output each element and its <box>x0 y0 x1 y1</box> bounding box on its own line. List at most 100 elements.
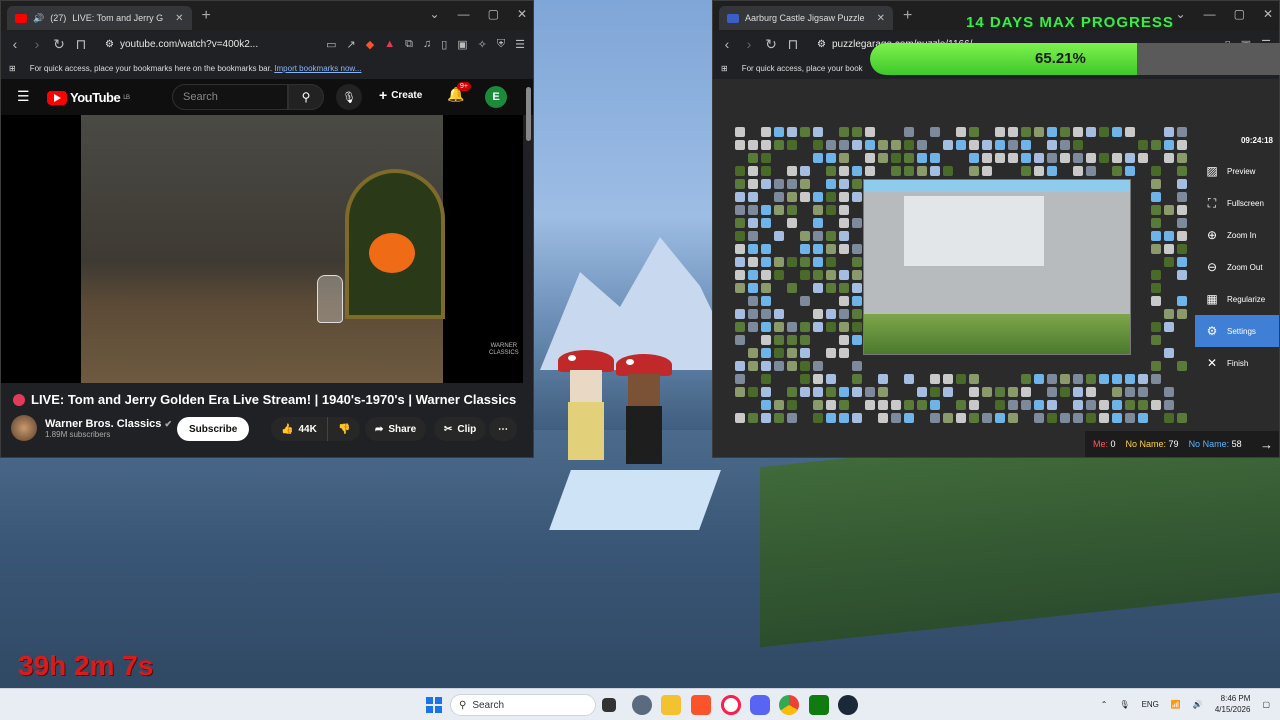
puzzle-piece[interactable] <box>852 413 862 423</box>
puzzle-piece[interactable] <box>891 413 901 423</box>
clip-button[interactable]: ✂ Clip <box>434 417 487 441</box>
puzzle-piece[interactable] <box>1164 400 1174 410</box>
puzzle-piece[interactable] <box>774 322 784 332</box>
puzzle-piece[interactable] <box>930 166 940 176</box>
puzzle-piece[interactable] <box>852 387 862 397</box>
puzzle-piece[interactable] <box>1164 413 1174 423</box>
back-icon[interactable]: ‹ <box>9 36 21 52</box>
puzzle-piece[interactable] <box>787 413 797 423</box>
puzzle-piece[interactable] <box>735 127 745 137</box>
close-window-button[interactable]: ✕ <box>517 7 527 21</box>
notification-center-icon[interactable]: ▢ <box>1262 700 1270 709</box>
puzzle-piece[interactable] <box>748 361 758 371</box>
puzzle-piece[interactable] <box>904 166 914 176</box>
puzzle-piece[interactable] <box>1112 166 1122 176</box>
puzzle-piece[interactable] <box>826 348 836 358</box>
puzzle-piece[interactable] <box>904 153 914 163</box>
puzzle-piece[interactable] <box>748 179 758 189</box>
new-tab-button[interactable]: + <box>202 7 211 25</box>
puzzle-piece[interactable] <box>995 413 1005 423</box>
puzzle-piece[interactable] <box>800 335 810 345</box>
puzzle-piece[interactable] <box>761 322 771 332</box>
puzzle-piece[interactable] <box>761 413 771 423</box>
puzzle-piece[interactable] <box>1125 127 1135 137</box>
puzzle-piece[interactable] <box>995 387 1005 397</box>
puzzle-piece[interactable] <box>1060 413 1070 423</box>
puzzle-piece[interactable] <box>1021 127 1031 137</box>
puzzle-piece[interactable] <box>878 387 888 397</box>
puzzle-piece[interactable] <box>1177 166 1187 176</box>
puzzle-piece[interactable] <box>1177 231 1187 241</box>
puzzle-piece[interactable] <box>917 387 927 397</box>
puzzle-piece[interactable] <box>813 309 823 319</box>
puzzle-piece[interactable] <box>930 413 940 423</box>
puzzle-piece[interactable] <box>904 374 914 384</box>
puzzle-piece[interactable] <box>839 192 849 202</box>
puzzle-piece[interactable] <box>735 179 745 189</box>
puzzle-piece[interactable] <box>787 283 797 293</box>
puzzle-piece[interactable] <box>1086 374 1096 384</box>
puzzle-piece[interactable] <box>943 387 953 397</box>
puzzle-piece[interactable] <box>1047 400 1057 410</box>
puzzle-piece[interactable] <box>761 296 771 306</box>
puzzle-piece[interactable] <box>956 127 966 137</box>
puzzle-piece[interactable] <box>813 270 823 280</box>
puzzle-piece[interactable] <box>800 374 810 384</box>
puzzle-piece[interactable] <box>839 166 849 176</box>
vpn-icon[interactable]: ⛨ <box>497 38 505 51</box>
puzzle-piece[interactable] <box>826 283 836 293</box>
puzzle-piece[interactable] <box>813 127 823 137</box>
puzzle-piece[interactable] <box>1021 387 1031 397</box>
reload-icon[interactable]: ↻ <box>765 36 777 53</box>
puzzle-piece[interactable] <box>774 179 784 189</box>
puzzle-piece[interactable] <box>1164 322 1174 332</box>
puzzle-piece[interactable] <box>839 140 849 150</box>
puzzle-piece[interactable] <box>930 374 940 384</box>
puzzle-piece[interactable] <box>735 192 745 202</box>
forward-icon[interactable]: › <box>31 36 43 52</box>
puzzle-piece[interactable] <box>1177 309 1187 319</box>
puzzle-piece[interactable] <box>1164 348 1174 358</box>
share-button[interactable]: ➦ Share <box>365 417 427 441</box>
import-bookmarks-link[interactable]: Import bookmarks now... <box>274 64 361 73</box>
more-actions-button[interactable]: ⋯ <box>489 417 517 441</box>
puzzle-menu-preview[interactable]: ▨ Preview <box>1195 155 1279 187</box>
puzzle-piece[interactable] <box>1151 179 1161 189</box>
puzzle-piece[interactable] <box>956 140 966 150</box>
puzzle-piece[interactable] <box>761 153 771 163</box>
puzzle-piece[interactable] <box>774 348 784 358</box>
puzzle-piece[interactable] <box>1073 127 1083 137</box>
puzzle-piece[interactable] <box>839 309 849 319</box>
puzzle-piece[interactable] <box>1151 166 1161 176</box>
puzzle-piece[interactable] <box>904 413 914 423</box>
puzzle-piece[interactable] <box>1112 387 1122 397</box>
puzzle-piece[interactable] <box>891 166 901 176</box>
puzzle-piece[interactable] <box>774 400 784 410</box>
puzzle-piece[interactable] <box>1073 153 1083 163</box>
puzzle-piece[interactable] <box>982 153 992 163</box>
microphone-icon[interactable]: 🎙 <box>1119 700 1129 709</box>
forward-icon[interactable]: › <box>743 36 755 52</box>
puzzle-piece[interactable] <box>1060 140 1070 150</box>
puzzle-piece[interactable] <box>943 166 953 176</box>
puzzle-piece[interactable] <box>1034 400 1044 410</box>
puzzle-piece[interactable] <box>774 127 784 137</box>
puzzle-board[interactable] <box>863 179 1131 355</box>
puzzle-piece[interactable] <box>982 413 992 423</box>
puzzle-piece[interactable] <box>761 270 771 280</box>
puzzle-piece[interactable] <box>1112 374 1122 384</box>
puzzle-piece[interactable] <box>1073 374 1083 384</box>
puzzle-piece[interactable] <box>982 387 992 397</box>
puzzle-piece[interactable] <box>1164 257 1174 267</box>
puzzle-piece[interactable] <box>839 270 849 280</box>
puzzle-piece[interactable] <box>1125 413 1135 423</box>
puzzle-piece[interactable] <box>826 322 836 332</box>
puzzle-piece[interactable] <box>748 231 758 241</box>
puzzle-piece[interactable] <box>1151 140 1161 150</box>
puzzle-piece[interactable] <box>956 400 966 410</box>
menu-icon[interactable]: ☰ <box>515 38 525 51</box>
taskbar-clock[interactable]: 8:46 PM 4/15/2026 <box>1215 693 1251 715</box>
puzzle-piece[interactable] <box>800 244 810 254</box>
puzzle-piece[interactable] <box>1177 192 1187 202</box>
puzzle-piece[interactable] <box>787 127 797 137</box>
